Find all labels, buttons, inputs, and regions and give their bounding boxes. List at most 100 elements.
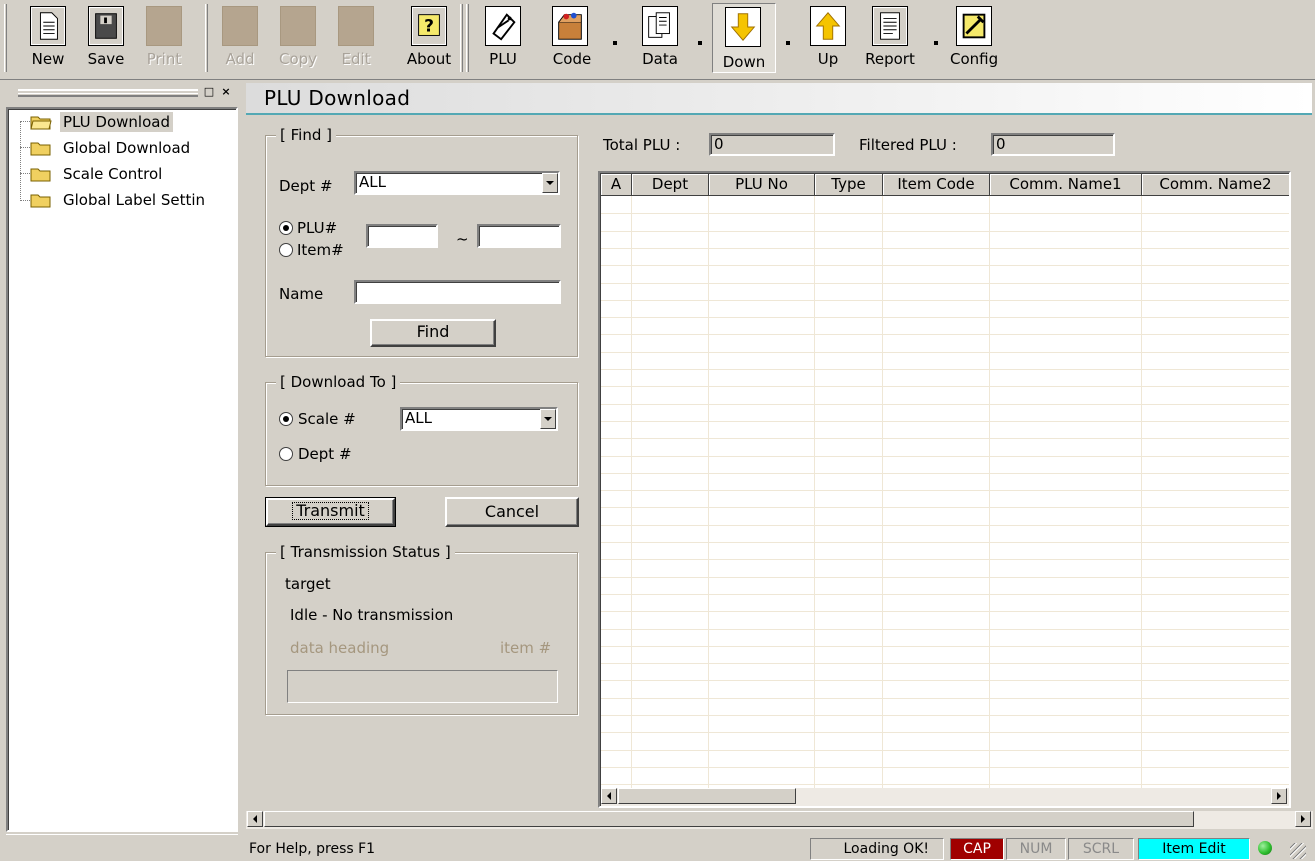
page-title: PLU Download bbox=[246, 83, 1312, 115]
total-plu-label: Total PLU : bbox=[603, 136, 681, 154]
grid-row-line bbox=[601, 265, 1289, 267]
transmit-button[interactable]: Transmit bbox=[265, 497, 396, 527]
navigation-pane: □ × PLU Download Global Download Scale C… bbox=[0, 83, 242, 861]
scale-radio[interactable] bbox=[279, 412, 293, 426]
pane-grip[interactable] bbox=[18, 89, 198, 97]
grid-row-line bbox=[601, 715, 1289, 716]
up-label: Up bbox=[817, 50, 839, 68]
scroll-right-arrow-icon[interactable] bbox=[1295, 811, 1311, 827]
column-header-comm-name1[interactable]: Comm. Name1 bbox=[990, 174, 1142, 196]
navigation-tree[interactable]: PLU Download Global Download Scale Contr… bbox=[6, 107, 238, 832]
dept-radio-label[interactable]: Dept # bbox=[298, 445, 352, 463]
print-label: Print bbox=[146, 50, 182, 68]
transmission-status-group: [ Transmission Status ] target Idle - No… bbox=[265, 543, 578, 715]
code-dropdown-arrow[interactable] bbox=[611, 40, 619, 46]
tree-item-plu-download[interactable]: PLU Download bbox=[30, 109, 173, 135]
copy-button[interactable]: Copy bbox=[278, 3, 318, 73]
scale-select-value: ALL bbox=[405, 409, 432, 427]
save-button[interactable]: Save bbox=[82, 3, 130, 73]
dept-radio[interactable] bbox=[279, 447, 293, 461]
tree-item-label: Global Label Settin bbox=[63, 191, 206, 209]
down-button[interactable]: Down bbox=[712, 3, 776, 73]
scroll-thumb[interactable] bbox=[264, 811, 1194, 827]
plu-grid[interactable]: A Dept PLU No Type Item Code Comm. Name1… bbox=[598, 171, 1291, 808]
scroll-left-arrow-icon[interactable] bbox=[601, 788, 617, 804]
report-dropdown-arrow[interactable] bbox=[932, 40, 940, 46]
plu-radio[interactable] bbox=[279, 221, 293, 235]
scale-radio-label[interactable]: Scale # bbox=[298, 410, 356, 428]
main-horizontal-scrollbar[interactable] bbox=[246, 811, 1313, 829]
config-label: Config bbox=[950, 50, 999, 68]
dept-select[interactable]: ALL bbox=[354, 171, 560, 195]
column-header-item-code[interactable]: Item Code bbox=[883, 174, 990, 196]
tree-item-scale-control[interactable]: Scale Control bbox=[30, 161, 165, 187]
grid-row-line bbox=[601, 282, 1289, 284]
grid-row-line bbox=[601, 697, 1289, 699]
tree-item-global-label-setting[interactable]: Global Label Settin bbox=[30, 187, 208, 213]
scroll-thumb[interactable] bbox=[618, 788, 796, 804]
scroll-right-arrow-icon[interactable] bbox=[1271, 788, 1287, 804]
grid-row-line bbox=[601, 645, 1289, 647]
data-dropdown-arrow[interactable] bbox=[696, 40, 704, 46]
grid-horizontal-scrollbar[interactable] bbox=[601, 788, 1289, 806]
grid-row-line bbox=[601, 507, 1289, 509]
status-scrl-indicator: SCRL bbox=[1068, 838, 1134, 860]
column-header-comm-name2[interactable]: Comm. Name2 bbox=[1142, 174, 1289, 196]
up-button[interactable]: Up bbox=[804, 3, 852, 73]
name-input[interactable] bbox=[354, 280, 561, 304]
transmission-status-legend: [ Transmission Status ] bbox=[276, 543, 455, 561]
scale-select[interactable]: ALL bbox=[400, 407, 558, 431]
scroll-left-arrow-icon[interactable] bbox=[247, 811, 263, 827]
open-folder-icon bbox=[30, 114, 52, 130]
about-button[interactable]: ? About bbox=[404, 3, 454, 73]
toolbar-grip[interactable] bbox=[4, 4, 7, 72]
cancel-button[interactable]: Cancel bbox=[445, 497, 579, 527]
print-icon bbox=[146, 6, 182, 46]
data-button[interactable]: Data bbox=[632, 3, 688, 73]
grid-body[interactable] bbox=[601, 196, 1289, 788]
column-header-type[interactable]: Type bbox=[815, 174, 883, 196]
plu-radio-label[interactable]: PLU# bbox=[297, 219, 337, 237]
code-button[interactable]: Code bbox=[544, 3, 600, 73]
grid-row-line bbox=[601, 317, 1289, 319]
resize-grip-icon[interactable] bbox=[1290, 843, 1306, 859]
column-header-plu-no[interactable]: PLU No bbox=[709, 174, 815, 196]
config-icon bbox=[956, 6, 992, 46]
tree-item-global-download[interactable]: Global Download bbox=[30, 135, 193, 161]
new-button[interactable]: New bbox=[24, 3, 72, 73]
status-message: Idle - No transmission bbox=[290, 606, 454, 624]
item-radio-label[interactable]: Item# bbox=[297, 241, 344, 259]
grid-row-line bbox=[601, 299, 1289, 301]
edit-button[interactable]: Edit bbox=[336, 3, 376, 73]
find-button[interactable]: Find bbox=[370, 319, 496, 347]
column-header-dept[interactable]: Dept bbox=[632, 174, 709, 196]
grid-column-line bbox=[814, 196, 815, 788]
add-button[interactable]: Add bbox=[220, 3, 260, 73]
pane-close-icon[interactable]: × bbox=[218, 85, 234, 99]
column-header-a[interactable]: A bbox=[601, 174, 632, 196]
chevron-down-icon[interactable] bbox=[542, 173, 558, 193]
range-to-input[interactable] bbox=[477, 224, 561, 248]
down-arrow-icon bbox=[725, 7, 761, 47]
filtered-plu-label: Filtered PLU : bbox=[859, 136, 957, 154]
chevron-down-icon[interactable] bbox=[540, 409, 556, 429]
edit-icon bbox=[338, 6, 374, 46]
plu-button[interactable]: PLU bbox=[478, 3, 528, 73]
down-dropdown-arrow[interactable] bbox=[784, 40, 792, 46]
item-radio[interactable] bbox=[279, 243, 293, 257]
config-button[interactable]: Config bbox=[950, 3, 998, 73]
grid-row-line bbox=[601, 576, 1289, 578]
toolbar-separator bbox=[460, 4, 463, 72]
grid-row-line bbox=[601, 247, 1289, 249]
grid-row-line bbox=[601, 749, 1289, 751]
pane-titlebar[interactable]: □ × bbox=[4, 85, 238, 103]
toolbar-grip[interactable] bbox=[466, 4, 469, 72]
grid-row-line bbox=[601, 732, 1289, 734]
report-button[interactable]: Report bbox=[862, 3, 918, 73]
transmission-progress-bar bbox=[287, 670, 558, 703]
print-button[interactable]: Print bbox=[140, 3, 188, 73]
range-from-input[interactable] bbox=[366, 224, 438, 248]
report-icon bbox=[872, 6, 908, 46]
data-label: Data bbox=[642, 50, 678, 68]
pane-restore-icon[interactable]: □ bbox=[201, 85, 217, 99]
